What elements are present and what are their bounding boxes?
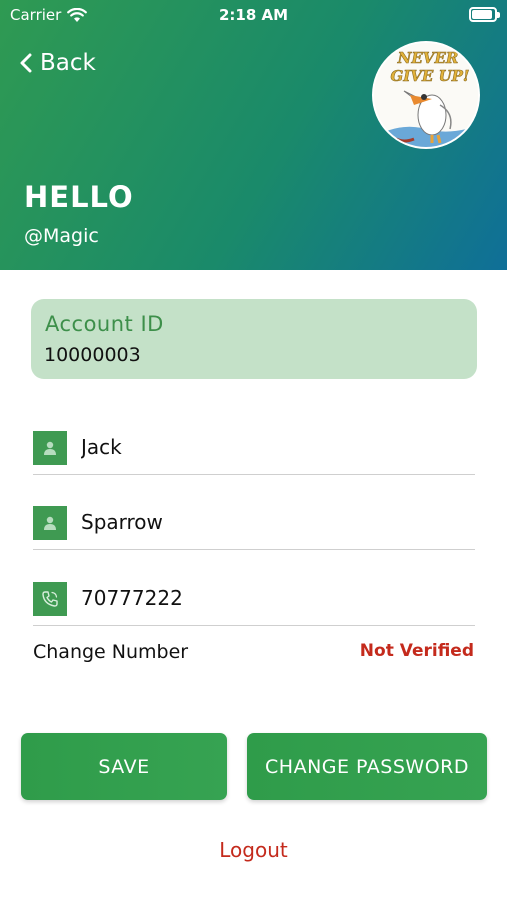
avatar[interactable]: NEVER GIVE UP! [372,41,480,149]
phone-number-field[interactable] [33,582,475,626]
first-name-field[interactable] [33,431,475,475]
profile-header: Carrier 2:18 AM Back NEVER GIVE UP! HELL… [0,0,507,270]
account-id-label: Account ID [45,312,164,336]
battery-icon [469,7,500,22]
battery-level [472,10,492,19]
avatar-image: NEVER GIVE UP! [374,43,478,147]
username-handle: @Magic [24,225,99,247]
last-name-input[interactable] [81,510,461,534]
change-number-link[interactable]: Change Number [33,641,188,663]
account-id-card: Account ID 10000003 [31,299,477,379]
status-time: 2:18 AM [218,6,289,24]
person-icon [33,431,67,465]
save-button[interactable]: SAVE [21,733,227,800]
person-icon [33,506,67,540]
verification-status: Not Verified [359,641,474,661]
logout-link[interactable]: Logout [0,838,507,862]
phone-number-input[interactable] [81,586,461,610]
last-name-field[interactable] [33,506,475,550]
change-password-button[interactable]: CHANGE PASSWORD [247,733,487,800]
back-label: Back [40,50,96,76]
account-id-value: 10000003 [44,344,141,366]
greeting-title: HELLO [24,180,134,214]
back-button[interactable]: Back [20,50,96,76]
status-bar: Carrier 2:18 AM [0,0,507,32]
avatar-text-line2: GIVE UP! [390,67,469,85]
avatar-text-line1: NEVER [397,49,459,67]
phone-icon [33,582,67,616]
chevron-left-icon [20,53,32,73]
first-name-input[interactable] [81,435,461,459]
